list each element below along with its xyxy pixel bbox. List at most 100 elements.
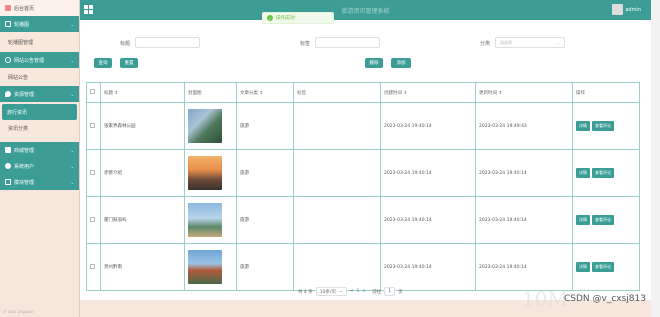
view-comments-button[interactable]: 查看评论 (592, 262, 614, 272)
row-select-cell[interactable] (86, 102, 101, 150)
chevron-down-icon: ⌄ (70, 163, 74, 169)
row-checkbox[interactable] (90, 122, 95, 128)
cover-image (188, 203, 222, 237)
category-select[interactable]: 请选择 ⌄ (495, 37, 565, 48)
row-select-cell[interactable] (86, 196, 101, 244)
faint-watermark: 10M (522, 287, 568, 311)
col-category[interactable]: 文章分类 ⇕ (236, 82, 294, 103)
cell-category: 旅游 (236, 149, 294, 197)
cell-created: 2023-03-24 19:40:14 (380, 149, 476, 197)
table-row: 张家界森林公园 旅游 2023-03-24 19:40:14 2023-03-2… (86, 102, 640, 150)
view-comments-button[interactable]: 查看评论 (592, 121, 614, 131)
detail-button[interactable]: 详情 (576, 121, 590, 131)
tag-label: 标签 (300, 41, 311, 47)
sidebar-item-news-category[interactable]: 资讯分类 (0, 120, 79, 136)
next-page-button[interactable]: > (362, 289, 366, 294)
avatar[interactable] (612, 4, 623, 15)
delete-button[interactable]: 删除 (365, 58, 383, 68)
cover-image (188, 109, 222, 143)
cell-created: 2023-03-24 19:40:14 (380, 243, 476, 291)
search-button[interactable]: 查询 (94, 58, 112, 68)
col-tags: 标签 (293, 82, 381, 103)
sidebar-cat-resource[interactable]: 资源管理 ⌄ (0, 86, 79, 102)
cell-category: 旅游 (236, 102, 294, 150)
check-icon: ✓ (267, 15, 273, 21)
chevron-down-icon: ⌄ (338, 289, 343, 294)
sidebar-cat-carousel[interactable]: 轮播图 ⌄ (0, 16, 79, 32)
sidebar-item-travel-news[interactable]: 旅行资讯 (2, 104, 77, 120)
image-icon (5, 21, 11, 27)
page-unit: 页 (398, 289, 403, 295)
cell-created: 2023-03-24 19:40:14 (380, 196, 476, 244)
sidebar-cat-users[interactable]: 系统用户 ⌄ (0, 158, 79, 174)
sidebar-item-carousel-manage[interactable]: 轮播图管理 (0, 32, 79, 52)
detail-button[interactable]: 详情 (576, 168, 590, 178)
info-icon (5, 57, 11, 63)
detail-button[interactable]: 详情 (576, 215, 590, 225)
cell-updated: 2023-03-24 19:49:43 (475, 102, 573, 150)
col-created[interactable]: 创建时间 ⇕ (380, 82, 476, 103)
title-input[interactable] (135, 37, 200, 48)
page-number[interactable]: 1 (357, 289, 360, 294)
sidebar: 后台首页 轮播图 ⌄ 轮播图管理 网站公告管理 ⌄ 网站公告 资源管理 ⌄ 旅行资讯 … (0, 0, 80, 317)
cell-tags (293, 102, 381, 150)
row-checkbox[interactable] (90, 216, 95, 222)
sidebar-sub-group: 旅行资讯 资讯分类 (0, 102, 79, 138)
table-row: 赤壁介绍 旅游 2023-03-24 19:40:14 2023-03-24 1… (86, 149, 640, 197)
cover-image (188, 156, 222, 190)
page-size-select[interactable]: 10条/页 ⌄ (315, 287, 347, 296)
cell-cover (184, 149, 237, 197)
col-title[interactable]: 标题 ⇕ (100, 82, 185, 103)
sidebar-item-notice[interactable]: 网站公告 (0, 68, 79, 86)
add-button[interactable]: 添加 (391, 58, 411, 68)
chevron-down-icon: ⌄ (70, 21, 74, 27)
cover-image (188, 250, 222, 284)
cell-updated: 2023-03-24 19:40:14 (475, 243, 573, 291)
cell-actions: 详情 查看评论 (572, 243, 640, 291)
pagination: 共 4 条 10条/页 ⌄ < 1 > 前往 1 页 (298, 287, 403, 296)
goto-input[interactable]: 1 (384, 287, 396, 296)
cell-cover (184, 196, 237, 244)
chevron-down-icon: ⌄ (70, 147, 74, 153)
view-comments-button[interactable]: 查看评论 (592, 215, 614, 225)
cell-tags (293, 149, 381, 197)
cell-updated: 2023-03-24 19:40:14 (475, 149, 573, 197)
col-updated[interactable]: 更新时间 ⇕ (475, 82, 573, 103)
csdn-watermark: CSDN @v_cxsj813 (564, 294, 646, 304)
reset-button[interactable]: 重置 (120, 58, 138, 68)
row-select-cell[interactable] (86, 149, 101, 197)
cart-icon (5, 147, 11, 153)
chevron-down-icon: ⌄ (70, 179, 74, 185)
view-comments-button[interactable]: 查看评论 (592, 168, 614, 178)
success-toast: ✓ 操作成功! (262, 12, 334, 24)
sidebar-footer: © 2024 ZHANGYI (3, 310, 34, 314)
cell-updated: 2023-03-24 19:40:14 (475, 196, 573, 244)
cell-title: 赤壁介绍 (100, 149, 185, 197)
cell-created: 2023-03-24 19:40:14 (380, 102, 476, 150)
tag-input[interactable] (315, 37, 380, 48)
user-icon (5, 163, 11, 169)
sidebar-item-home[interactable]: 后台首页 (0, 0, 79, 16)
col-cover: 封面图 (184, 82, 237, 103)
prev-page-button[interactable]: < (350, 289, 354, 294)
top-header: 旅游资讯管理系统 admin (80, 0, 651, 20)
select-all-cell[interactable] (86, 82, 101, 103)
category-label: 分类 (480, 41, 491, 47)
site-title: 旅游资讯管理系统 (341, 8, 390, 15)
detail-button[interactable]: 详情 (576, 262, 590, 272)
sidebar-cat-notice[interactable]: 网站公告管理 ⌄ (0, 52, 79, 68)
table-row: 厦门鼓浪屿 旅游 2023-03-24 19:40:14 2023-03-24 … (86, 196, 640, 244)
cell-actions: 详情 查看评论 (572, 149, 640, 197)
main-content: 标题 标签 分类 请选择 ⌄ 查询 重置 删除 添加 标题 ⇕ 封面图 文章分类 … (80, 20, 651, 300)
cell-title: 厦门鼓浪屿 (100, 196, 185, 244)
row-select-cell[interactable] (86, 243, 101, 291)
cell-title: 张家界森林公园 (100, 102, 185, 150)
row-checkbox[interactable] (90, 263, 95, 269)
select-all-checkbox[interactable] (90, 89, 95, 94)
username[interactable]: admin (625, 7, 641, 13)
sidebar-cat-shop[interactable]: 商城管理 ⌄ (0, 142, 79, 158)
sidebar-cat-modules[interactable]: 模块管理 ⌄ (0, 174, 79, 190)
chevron-down-icon: ⌄ (556, 40, 560, 45)
pin-icon (5, 91, 11, 97)
row-checkbox[interactable] (90, 169, 95, 175)
